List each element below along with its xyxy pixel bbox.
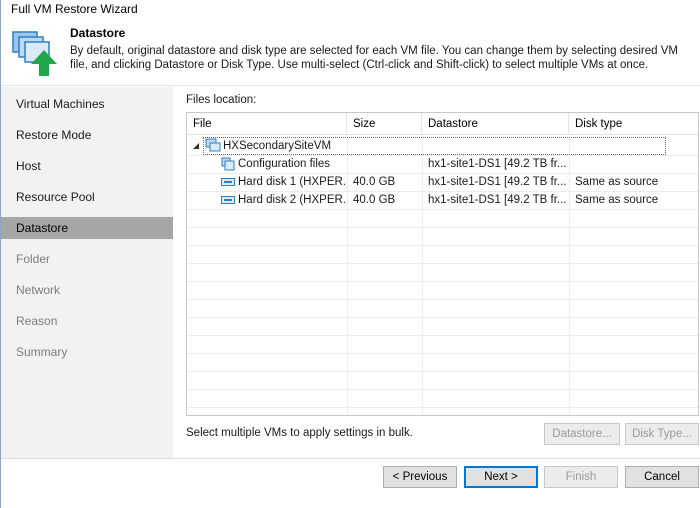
row-divider bbox=[187, 335, 698, 336]
expand-triangle-icon[interactable] bbox=[192, 142, 200, 150]
finish-button[interactable]: Finish bbox=[544, 466, 618, 488]
row-divider bbox=[187, 299, 698, 300]
step-datastore[interactable]: Datastore bbox=[1, 217, 173, 239]
row-divider bbox=[187, 407, 698, 408]
row-file-name: Configuration files bbox=[238, 158, 331, 170]
files-grid[interactable]: File Size Datastore Disk type HXSecondar… bbox=[186, 112, 699, 416]
disk-type-button[interactable]: Disk Type... bbox=[625, 423, 699, 445]
footer-divider bbox=[1, 458, 700, 459]
row-disk-type: Same as source bbox=[575, 194, 659, 206]
row-divider bbox=[187, 371, 698, 372]
column-header-size[interactable]: Size bbox=[347, 113, 422, 135]
step-summary: Summary bbox=[16, 345, 68, 359]
row-file-name: HXSecondarySiteVM bbox=[223, 140, 332, 152]
row-divider bbox=[187, 389, 698, 390]
row-divider bbox=[187, 209, 698, 210]
config-files-icon bbox=[221, 157, 235, 171]
table-row[interactable]: Hard disk 2 (HXPER... 40.0 GB hx1-site1-… bbox=[187, 191, 698, 209]
row-datastore: hx1-site1-DS1 [49.2 TB fr... bbox=[428, 176, 567, 188]
vm-restore-icon bbox=[12, 31, 57, 76]
row-divider bbox=[187, 281, 698, 282]
row-datastore: hx1-site1-DS1 [49.2 TB fr... bbox=[428, 194, 567, 206]
row-size: 40.0 GB bbox=[353, 176, 396, 188]
window-title: Full VM Restore Wizard bbox=[11, 2, 138, 16]
row-divider bbox=[187, 245, 698, 246]
table-row[interactable]: Hard disk 1 (HXPER... 40.0 GB hx1-site1-… bbox=[187, 173, 698, 191]
column-header-file[interactable]: File bbox=[187, 113, 347, 135]
table-row[interactable]: Configuration files hx1-site1-DS1 [49.2 … bbox=[187, 155, 698, 173]
row-divider bbox=[187, 263, 698, 264]
step-resource-pool[interactable]: Resource Pool bbox=[1, 186, 173, 208]
bulk-hint: Select multiple VMs to apply settings in… bbox=[186, 427, 413, 439]
cancel-button[interactable]: Cancel bbox=[625, 466, 699, 488]
files-location-label: Files location: bbox=[186, 94, 257, 106]
wizard-steps-sidebar: Virtual Machines Restore Mode Host Resou… bbox=[1, 87, 173, 458]
vm-icon bbox=[205, 138, 221, 152]
row-divider bbox=[187, 317, 698, 318]
column-header-datastore[interactable]: Datastore bbox=[422, 113, 569, 135]
previous-button[interactable]: < Previous bbox=[383, 466, 457, 488]
step-title: Datastore bbox=[70, 26, 126, 40]
step-host[interactable]: Host bbox=[1, 155, 173, 177]
step-restore-mode[interactable]: Restore Mode bbox=[1, 124, 173, 146]
step-network: Network bbox=[16, 283, 61, 297]
datastore-button[interactable]: Datastore... bbox=[544, 423, 620, 445]
row-size: 40.0 GB bbox=[353, 194, 396, 206]
step-reason: Reason bbox=[16, 314, 58, 328]
wizard-header: Datastore By default, original datastore… bbox=[1, 18, 700, 86]
step-folder: Folder bbox=[16, 252, 51, 266]
next-button[interactable]: Next > bbox=[464, 466, 538, 488]
step-virtual-machines[interactable]: Virtual Machines bbox=[1, 93, 173, 115]
title-bar[interactable]: Full VM Restore Wizard bbox=[1, 0, 700, 18]
row-divider bbox=[187, 353, 698, 354]
wizard-window: Full VM Restore Wizard Datastore By defa… bbox=[0, 0, 700, 508]
datastore-content: Files location: File Size Datastore Disk… bbox=[173, 87, 700, 458]
row-file-name: Hard disk 1 (HXPER... bbox=[238, 176, 347, 188]
row-file-name: Hard disk 2 (HXPER... bbox=[238, 194, 347, 206]
row-divider bbox=[187, 227, 698, 228]
step-description: By default, original datastore and disk … bbox=[70, 45, 678, 71]
hard-disk-icon bbox=[221, 196, 235, 204]
row-disk-type: Same as source bbox=[575, 176, 659, 188]
wizard-footer: < Previous Next > Finish Cancel bbox=[1, 458, 700, 508]
column-header-disk-type[interactable]: Disk type bbox=[569, 113, 698, 135]
row-datastore: hx1-site1-DS1 [49.2 TB fr... bbox=[428, 158, 567, 170]
hard-disk-icon bbox=[221, 178, 235, 186]
